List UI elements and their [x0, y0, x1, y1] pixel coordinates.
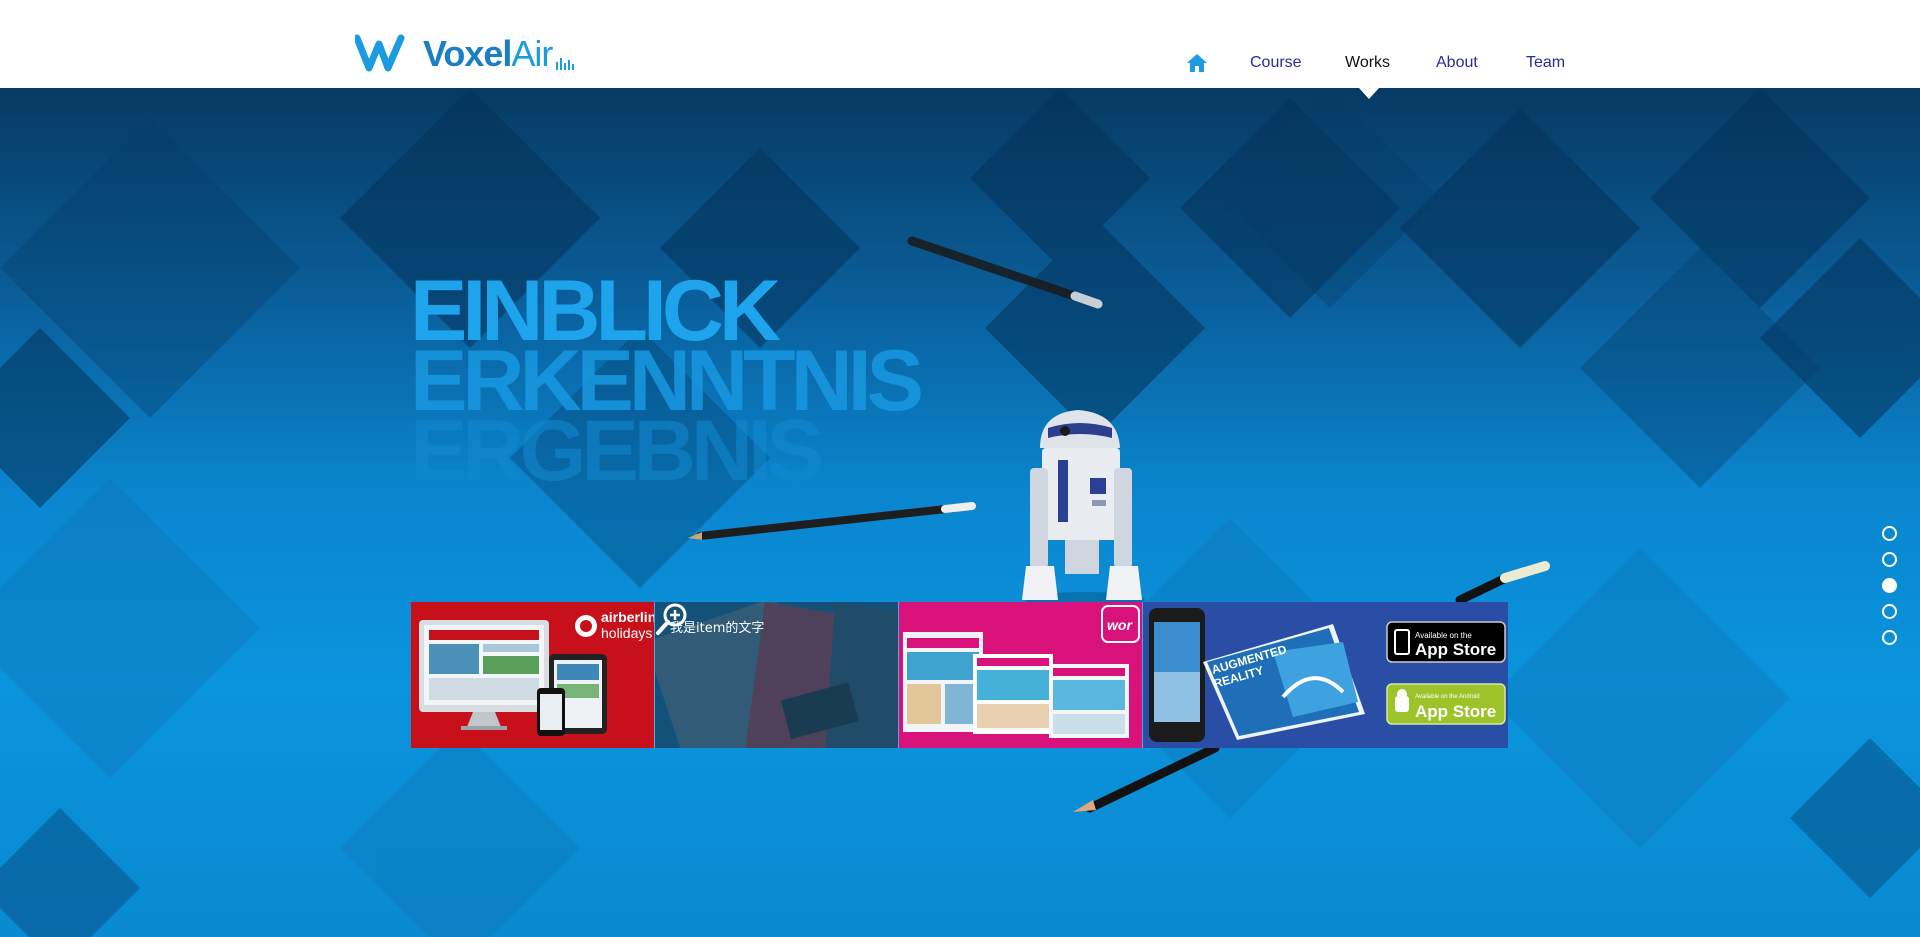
- holidays-brand-text: holidays: [601, 625, 652, 641]
- logo-wordmark: VoxelAir: [423, 33, 553, 74]
- hero-section: EINBLICK ERKENNTNIS ERGEBNIS airberlin h…: [0, 88, 1920, 937]
- slide-pager: [1882, 526, 1898, 656]
- work-tile-pink-web[interactable]: wor: [898, 602, 1142, 748]
- voxelair-logo[interactable]: VoxelAir: [355, 28, 575, 74]
- decorative-illustration: [688, 236, 1550, 813]
- augmented-reality-illustration: AUGMENTED REALITY Available on the App S…: [1143, 602, 1508, 748]
- signal-bars-icon: [556, 58, 575, 70]
- work-tile-airberlin[interactable]: airberlin holidays: [411, 602, 654, 748]
- active-nav-indicator: [1359, 88, 1379, 99]
- pager-dot-2[interactable]: [1882, 552, 1897, 567]
- wor-brand-text: wor: [1107, 617, 1133, 633]
- pencil-illustration-top: [907, 236, 1103, 309]
- app-store-badge[interactable]: Available on the App Store: [1386, 621, 1506, 663]
- nav-item-about[interactable]: About: [1436, 54, 1478, 72]
- pager-dot-1[interactable]: [1882, 526, 1897, 541]
- pager-dot-5[interactable]: [1882, 630, 1897, 645]
- nav-item-course[interactable]: Course: [1250, 54, 1302, 72]
- pager-dot-4[interactable]: [1882, 604, 1897, 619]
- zoom-in-icon[interactable]: [655, 602, 689, 636]
- voxelair-logo-mark-icon: [355, 34, 405, 72]
- robot-illustration: [1022, 410, 1145, 608]
- home-icon[interactable]: [1186, 52, 1208, 74]
- work-tile-magazine[interactable]: 我是item的文字: [654, 602, 898, 748]
- badge-1-big-text: App Store: [1415, 640, 1496, 659]
- badge-2-big-text: App Store: [1415, 702, 1496, 721]
- logo-word-voxel: Voxel: [423, 33, 512, 74]
- pink-websites-illustration: wor: [899, 602, 1142, 748]
- pager-dot-3[interactable]: [1882, 578, 1897, 593]
- work-tile-augmented-reality[interactable]: AUGMENTED REALITY Available on the App S…: [1142, 602, 1508, 748]
- nav-item-team[interactable]: Team: [1526, 54, 1565, 72]
- works-gallery: airberlin holidays 我是item的文字 wor AUGMENT…: [411, 602, 1508, 748]
- badge-1-small-text: Available on the: [1415, 631, 1472, 640]
- badge-2-small-text: Available on the Android: [1415, 694, 1480, 700]
- site-header: VoxelAir Course Works About Team: [0, 0, 1920, 88]
- airberlin-devices-illustration: airberlin holidays: [411, 602, 654, 748]
- logo-word-air: Air: [511, 33, 553, 74]
- nav-item-works[interactable]: Works: [1345, 54, 1390, 72]
- pencil-illustration-middle: [688, 502, 976, 540]
- airberlin-brand-text: airberlin: [601, 609, 654, 625]
- android-app-store-badge[interactable]: Available on the Android App Store: [1386, 683, 1506, 725]
